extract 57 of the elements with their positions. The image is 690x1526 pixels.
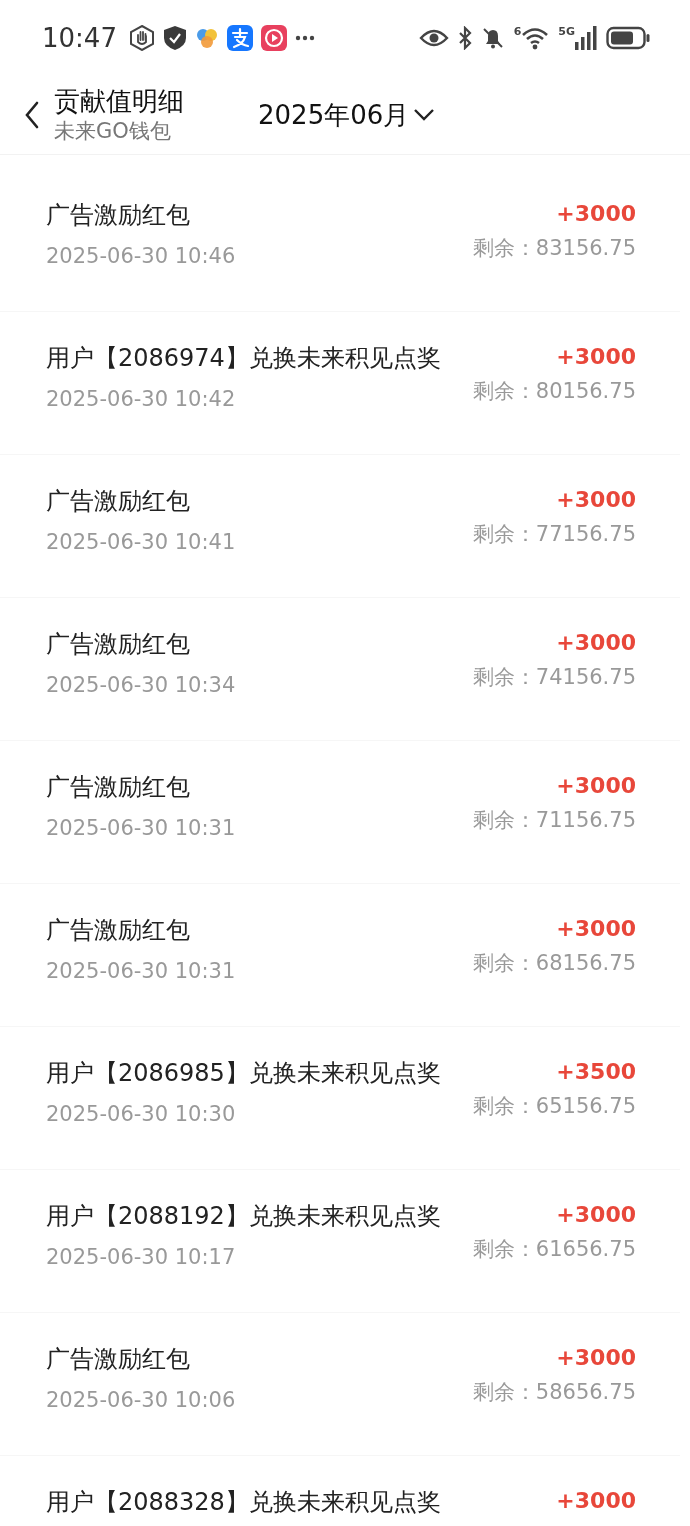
shield-icon: [162, 25, 187, 51]
record-amount: +3500: [555, 1058, 636, 1086]
month-picker[interactable]: 2025年06月: [258, 97, 436, 133]
record-title: 用户【2086985】兑换未来积见点奖: [46, 1058, 441, 1089]
record-time: 2025-06-30 10:34: [46, 672, 236, 699]
record-title: 广告激励红包: [46, 1344, 191, 1375]
page-title: 贡献值明细: [54, 85, 185, 117]
back-icon[interactable]: [24, 101, 40, 129]
record-title: 用户【2088328】兑换未来积见点奖: [46, 1487, 441, 1518]
clock-time: 10:47: [42, 23, 117, 53]
bluetooth-icon: [457, 26, 472, 50]
record-title: 广告激励红包: [46, 486, 191, 517]
hand-icon: [128, 25, 155, 51]
page-subtitle: 未来GO钱包: [54, 118, 172, 145]
wifi-label: 6: [513, 26, 522, 38]
record-time: 2025-06-30 10:31: [46, 815, 236, 842]
record-balance: 剩余：58656.75: [472, 1379, 636, 1406]
record-time: 2025-06-30 10:46: [46, 243, 236, 270]
eye-icon: [418, 28, 449, 48]
record-title: 广告激励红包: [46, 200, 191, 231]
record-amount: +3000: [555, 486, 636, 514]
record-balance: 剩余：68156.75: [472, 950, 636, 977]
record-time: 2025-06-30 10:06: [46, 1387, 236, 1414]
record-balance: 剩余：80156.75: [472, 378, 636, 405]
record-amount: +3000: [556, 1487, 636, 1515]
record-title: 广告激励红包: [46, 915, 191, 946]
record-amount: +3000: [555, 915, 636, 943]
record-amount: +3000: [555, 343, 636, 371]
record-title: 用户【2086974】兑换未来积见点奖: [46, 343, 441, 374]
record-balance: 剩余：74156.75: [472, 664, 636, 691]
record-time: 2025-06-30 10:30: [46, 1101, 237, 1128]
record-time: 2025-06-30 10:41: [46, 529, 236, 556]
signal-icon: [575, 26, 597, 50]
record-amount: +3000: [555, 200, 636, 228]
more-icon: [294, 35, 315, 41]
record-balance: 剩余：83156.75: [472, 235, 636, 262]
record-title: 广告激励红包: [46, 629, 191, 660]
record-amount: +3000: [555, 772, 636, 800]
record-title: 用户【2088192】兑换未来积见点奖: [46, 1201, 441, 1232]
muted-bell-icon: [480, 26, 505, 50]
record-balance: 剩余：71156.75: [472, 807, 636, 834]
record-time: 2025-06-30 10:31: [46, 958, 236, 985]
record-title: 广告激励红包: [46, 772, 191, 803]
record-amount: +3000: [555, 1201, 636, 1229]
record-amount: +3000: [555, 1344, 636, 1372]
record-amount: +3000: [555, 629, 636, 657]
record-time: 2025-06-30 10:17: [46, 1244, 237, 1271]
record-balance: 剩余：61656.75: [472, 1236, 636, 1263]
record-balance: 剩余：65156.75: [472, 1093, 636, 1120]
app-icon: [226, 25, 253, 51]
play-icon: [260, 25, 287, 51]
chevron-down-icon: [413, 108, 436, 122]
record-balance: 剩余：77156.75: [472, 521, 636, 548]
battery-icon: [606, 26, 650, 50]
network-label: 5G: [558, 26, 575, 38]
record-time: 2025-06-30 10:42: [46, 386, 237, 413]
wifi-icon: [521, 26, 550, 50]
